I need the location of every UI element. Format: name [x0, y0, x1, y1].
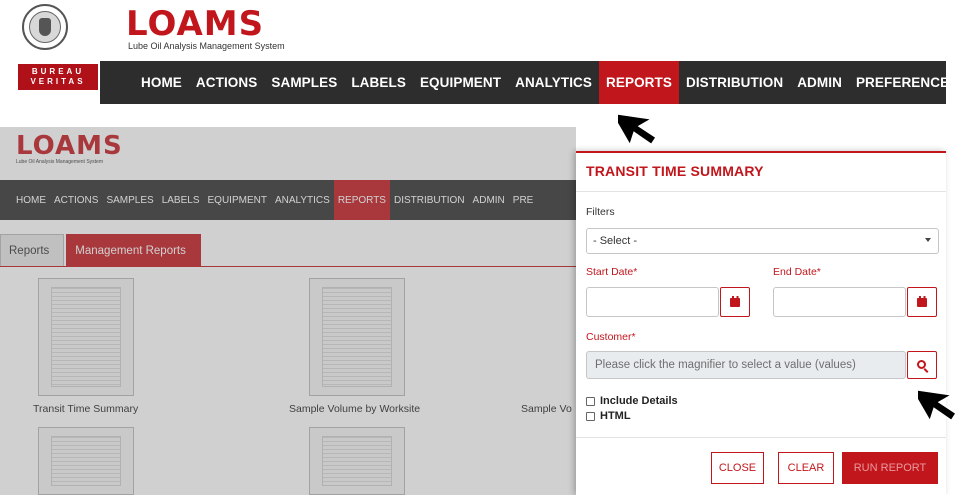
- nav-equipment[interactable]: EQUIPMENT: [413, 61, 508, 104]
- calendar-icon: [730, 295, 740, 307]
- filters-label: Filters: [586, 206, 615, 218]
- dialog-title: TRANSIT TIME SUMMARY: [586, 163, 764, 179]
- report-thumbnail: [309, 278, 405, 396]
- end-date-label: End Date*: [773, 266, 821, 278]
- include-details-checkbox[interactable]: [586, 396, 595, 406]
- report-label-sample-vo: Sample Vo: [521, 403, 572, 415]
- bureau-veritas-badge: BUREAU VERITAS: [18, 64, 98, 90]
- report-thumbnail: [309, 427, 405, 495]
- transit-time-summary-dialog: TRANSIT TIME SUMMARY Filters - Select - …: [576, 151, 946, 495]
- nav-analytics[interactable]: ANALYTICS: [508, 61, 599, 104]
- nav-preferences[interactable]: PREFERENCES: [849, 61, 965, 104]
- include-details-option[interactable]: Include Details: [586, 395, 678, 407]
- bg-nav-admin: ADMIN: [472, 194, 505, 206]
- report-label-sample-volume: Sample Volume by Worksite: [289, 403, 421, 415]
- html-checkbox[interactable]: [586, 411, 595, 421]
- run-report-button[interactable]: RUN REPORT: [842, 452, 938, 484]
- close-button[interactable]: CLOSE: [711, 452, 764, 484]
- title-divider: [576, 191, 946, 192]
- end-date-input[interactable]: [773, 287, 906, 317]
- bg-nav-reports: REPORTS: [333, 180, 390, 220]
- background-reports-page: LOAMS Lube Oil Analysis Management Syste…: [0, 127, 576, 495]
- tab-management-reports: Management Reports: [66, 234, 201, 266]
- start-date-label: Start Date*: [586, 266, 638, 278]
- customer-placeholder: Please click the magnifier to select a v…: [595, 359, 856, 371]
- report-label-transit-time: Transit Time Summary: [33, 403, 139, 415]
- customer-input[interactable]: Please click the magnifier to select a v…: [586, 351, 906, 379]
- background-logo-word: LOAMS: [16, 131, 123, 161]
- bg-nav-actions: ACTIONS: [54, 194, 99, 206]
- tabs-divider: [0, 266, 576, 267]
- footer-divider: [576, 437, 946, 438]
- tab-reports: Reports: [0, 234, 65, 266]
- end-date-calendar-button[interactable]: [907, 287, 937, 317]
- background-logo: LOAMS Lube Oil Analysis Management Syste…: [16, 133, 123, 165]
- search-icon: [916, 359, 926, 369]
- report-thumbnail: [38, 427, 134, 495]
- loams-logo[interactable]: LOAMS Lube Oil Analysis Management Syste…: [126, 6, 285, 51]
- nav-labels[interactable]: LABELS: [344, 61, 413, 104]
- nav-admin[interactable]: ADMIN: [790, 61, 849, 104]
- bg-nav-preferences: PRE: [512, 194, 534, 206]
- mouse-cursor-icon: [918, 387, 958, 425]
- nav-home[interactable]: HOME: [134, 61, 189, 104]
- nav-actions[interactable]: ACTIONS: [189, 61, 264, 104]
- bg-nav-analytics: ANALYTICS: [274, 194, 330, 206]
- include-details-label: Include Details: [600, 395, 678, 407]
- report-tabs: Reports Management Reports: [0, 234, 201, 266]
- clear-button[interactable]: CLEAR: [778, 452, 834, 484]
- html-label: HTML: [600, 410, 631, 422]
- chevron-down-icon: [925, 238, 931, 242]
- filters-selected-value: - Select -: [593, 235, 638, 247]
- main-nav: HOME ACTIONS SAMPLES LABELS EQUIPMENT AN…: [100, 61, 958, 104]
- html-option[interactable]: HTML: [586, 410, 631, 422]
- bg-nav-samples: SAMPLES: [106, 194, 154, 206]
- logo-word: LOAMS: [126, 4, 265, 44]
- bg-nav-home: HOME: [16, 194, 46, 206]
- logo-tagline: Lube Oil Analysis Management System: [128, 41, 285, 51]
- report-thumbnail: [38, 278, 134, 396]
- nav-reports[interactable]: REPORTS: [599, 61, 679, 104]
- mouse-cursor-icon: [618, 111, 658, 149]
- bg-nav-labels: LABELS: [161, 194, 200, 206]
- nav-samples[interactable]: SAMPLES: [264, 61, 344, 104]
- bg-nav-distribution: DISTRIBUTION: [393, 194, 465, 206]
- start-date-calendar-button[interactable]: [720, 287, 750, 317]
- start-date-input[interactable]: [586, 287, 719, 317]
- customer-label: Customer*: [586, 331, 636, 343]
- bv-badge-line-2: VERITAS: [30, 77, 86, 86]
- customer-search-button[interactable]: [907, 351, 937, 379]
- bv-badge-line-1: BUREAU: [31, 67, 85, 76]
- calendar-icon: [917, 295, 927, 307]
- nav-distribution[interactable]: DISTRIBUTION: [679, 61, 790, 104]
- bureau-veritas-seal: [22, 4, 68, 50]
- background-nav: HOME ACTIONS SAMPLES LABELS EQUIPMENT AN…: [0, 180, 576, 220]
- bg-nav-equipment: EQUIPMENT: [207, 194, 267, 206]
- filters-select[interactable]: - Select -: [586, 228, 939, 254]
